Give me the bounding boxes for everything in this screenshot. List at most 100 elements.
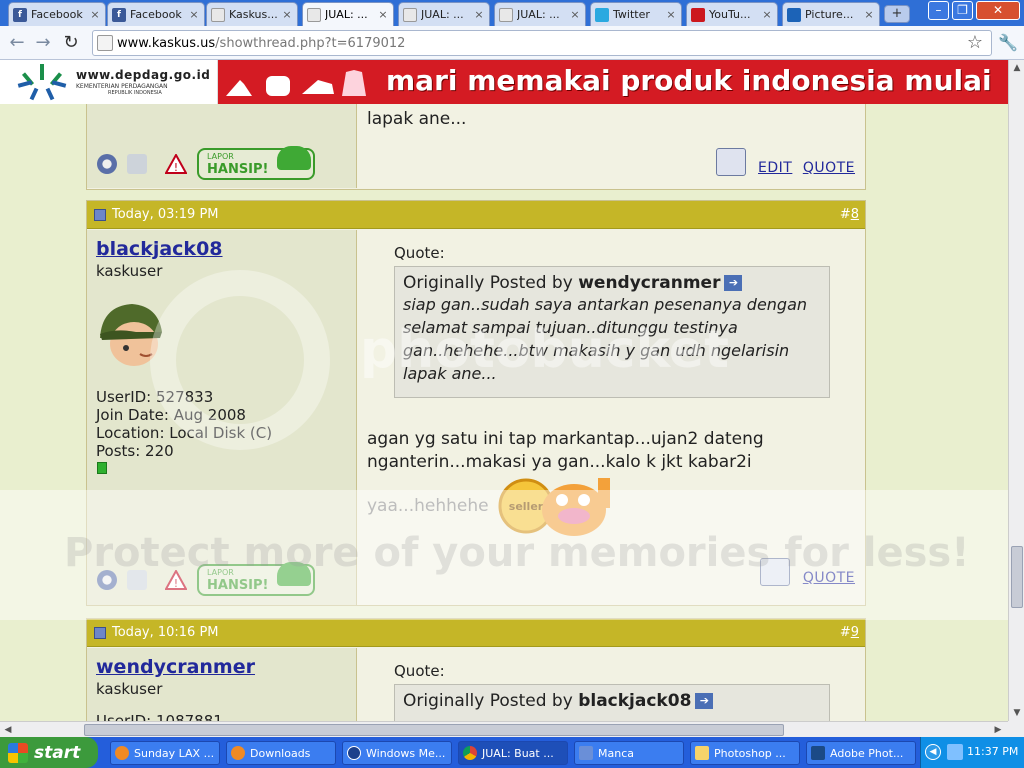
userid-value: 1087881 (156, 712, 223, 721)
task-photoshop-folder[interactable]: Photoshop ... (690, 741, 800, 765)
vertical-scroll-thumb[interactable] (1011, 546, 1023, 608)
window-close-button[interactable]: ✕ (976, 1, 1020, 20)
facebook-icon: f (112, 7, 126, 22)
address-bar[interactable]: www.kaskus.us/showthread.php?t=6179012 ☆ (92, 30, 992, 56)
quote-origin: Originally Posted by wendycranmer ➔ (403, 273, 821, 293)
view-post-arrow-icon[interactable]: ➔ (695, 693, 714, 709)
kaskus-icon (307, 7, 321, 22)
task-windows-media[interactable]: Windows Me... (342, 741, 452, 765)
close-icon[interactable]: × (665, 8, 677, 21)
task-label: Photoshop ... (714, 746, 786, 760)
message-pane: Quote: Originally Posted by blackjack08 ➔ (358, 648, 865, 721)
maximize-button[interactable]: ❐ (952, 1, 973, 20)
network-icon[interactable] (947, 744, 963, 760)
quote-origin: Originally Posted by blackjack08 ➔ (403, 691, 821, 711)
task-downloads[interactable]: Downloads (226, 741, 336, 765)
close-icon[interactable]: × (761, 8, 773, 21)
banner-ad[interactable]: www.depdag.go.id KEMENTERIAN PERDAGANGAN… (0, 60, 1008, 104)
post-header: Today, 10:16 PM #9 (87, 619, 865, 647)
tray-clock[interactable]: 11:37 PM (967, 745, 1018, 758)
tab-label: Kaskus... (229, 8, 278, 21)
close-icon[interactable]: × (863, 8, 875, 21)
tab-twitter[interactable]: Twitter × (590, 2, 682, 26)
tab-jual-3[interactable]: JUAL: ... × (494, 2, 586, 26)
tab-facebook-2[interactable]: f Facebook × (107, 2, 205, 26)
folder-icon (695, 746, 709, 760)
user-pane: wendycranmer kaskuser UserID: 1087881 (87, 648, 357, 721)
facebook-icon: f (13, 7, 27, 22)
minimize-button[interactable]: – (928, 1, 949, 20)
tab-facebook-1[interactable]: f Facebook × (8, 2, 106, 26)
close-icon[interactable]: × (377, 8, 389, 21)
task-chrome-active[interactable]: JUAL: Buat ... (458, 741, 568, 765)
close-icon[interactable]: × (188, 8, 200, 21)
start-button[interactable]: start (0, 737, 98, 768)
scroll-left-arrow-icon[interactable]: ◀ (0, 722, 16, 738)
bookmark-star-icon[interactable]: ☆ (967, 32, 983, 53)
task-label: Downloads (250, 746, 311, 760)
close-icon[interactable]: × (89, 8, 101, 21)
username-link[interactable]: wendycranmer (96, 656, 255, 678)
scroll-right-arrow-icon[interactable]: ▶ (990, 722, 1006, 738)
new-tab-button[interactable]: + (884, 5, 910, 23)
task-label: Manca (598, 746, 634, 760)
kaskus-icon (403, 7, 417, 22)
task-manca[interactable]: Manca (574, 741, 684, 765)
scroll-down-arrow-icon[interactable]: ▼ (1009, 705, 1024, 721)
banner-red: mari memakai produk indonesia mulai (218, 60, 1008, 104)
task-label: Sunday LAX ... (134, 746, 215, 760)
tab-label: JUAL: ... (325, 8, 368, 21)
wrench-menu-icon[interactable]: 🔧 (998, 33, 1018, 52)
tray-expand-icon[interactable]: ◀ (925, 744, 941, 760)
url-path: /showthread.php?t=6179012 (215, 36, 406, 51)
close-icon[interactable]: × (473, 8, 485, 21)
vertical-scrollbar[interactable]: ▲ ▼ (1008, 60, 1024, 721)
close-icon[interactable]: × (281, 8, 293, 21)
tab-youtube[interactable]: YouTu... × (686, 2, 778, 26)
online-indicator-icon (97, 462, 107, 474)
horizontal-scrollbar[interactable]: ◀ ▶ (0, 721, 1008, 737)
kaskus-icon (211, 7, 225, 22)
post-number-prefix: # (839, 207, 851, 222)
view-post-arrow-icon[interactable]: ➔ (724, 275, 743, 291)
tab-label: Twitter (613, 8, 650, 21)
firefox-icon (115, 746, 129, 760)
report-hansip-button[interactable]: LAPOR HANSIP! (197, 146, 315, 180)
scroll-up-arrow-icon[interactable]: ▲ (1009, 60, 1024, 76)
tab-kaskus[interactable]: Kaskus... × (206, 2, 298, 26)
browser-toolbar: ← → ↻ www.kaskus.us/showthread.php?t=617… (0, 26, 1024, 60)
watermark-circle (150, 270, 330, 450)
warning-icon[interactable]: ! (164, 152, 188, 174)
close-icon[interactable]: × (569, 8, 581, 21)
horizontal-scroll-thumb[interactable] (84, 724, 784, 736)
posts-value: 220 (145, 442, 174, 460)
task-label: Windows Me... (366, 746, 446, 760)
post-text: lapak ane... (367, 109, 467, 129)
reload-button[interactable]: ↻ (60, 32, 82, 54)
username-link[interactable]: blackjack08 (96, 238, 223, 260)
photobucket-icon (787, 7, 801, 22)
edit-link[interactable]: EDIT (758, 160, 792, 176)
task-adobe-photoshop[interactable]: Adobe Phot... (806, 741, 916, 765)
report-big-label: HANSIP! (207, 162, 269, 177)
edit-icon[interactable] (715, 148, 746, 176)
quote-label: Quote: (394, 662, 445, 680)
youtube-icon (691, 7, 705, 22)
browser-tabstrip: f Facebook × f Facebook × Kaskus... × JU… (0, 0, 1024, 26)
back-button[interactable]: ← (6, 32, 28, 54)
location-label: Location: (96, 424, 165, 442)
forward-button[interactable]: → (32, 32, 54, 54)
banner-slogan: mari memakai produk indonesia mulai (386, 64, 992, 97)
tab-label: Facebook (31, 8, 83, 21)
task-sunday-lax[interactable]: Sunday LAX ... (110, 741, 220, 765)
quote-link[interactable]: QUOTE (803, 160, 855, 176)
tab-jual-2[interactable]: JUAL: ... × (398, 2, 490, 26)
tab-jual-active[interactable]: JUAL: ... × (302, 2, 394, 26)
scales-icon[interactable] (127, 154, 147, 174)
post-permalink[interactable]: 8 (851, 207, 859, 222)
system-tray: ◀ 11:37 PM (920, 737, 1024, 768)
report-small-label: LAPOR (207, 152, 234, 161)
post-permalink[interactable]: 9 (851, 625, 859, 640)
tab-photobucket[interactable]: Picture... × (782, 2, 880, 26)
userid-label: UserID: (96, 712, 152, 721)
